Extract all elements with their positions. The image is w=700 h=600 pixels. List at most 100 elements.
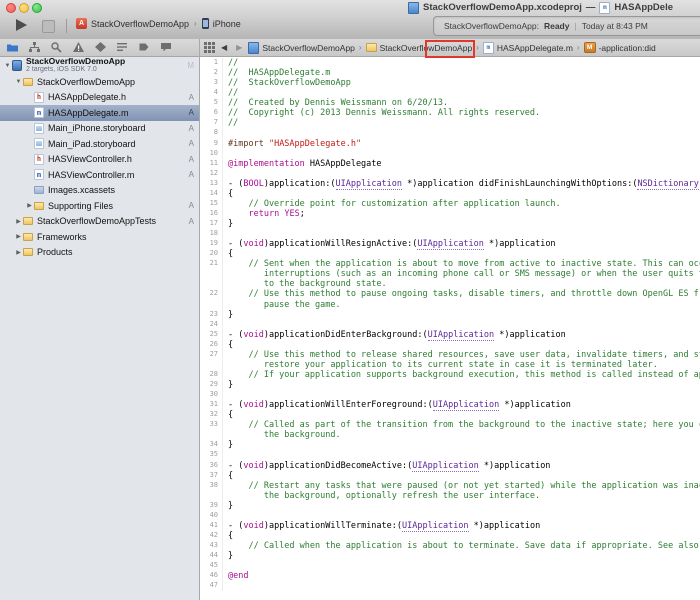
titlebar[interactable]: StackOverflowDemoApp.xcodeproj — m HASAp… bbox=[0, 0, 700, 14]
breadcrumb-project-label[interactable]: StackOverflowDemoApp bbox=[262, 43, 355, 53]
line-number[interactable]: 9 bbox=[200, 139, 222, 149]
project-navigator-icon[interactable] bbox=[6, 41, 19, 54]
disclosure-triangle[interactable]: ▼ bbox=[14, 79, 23, 85]
line-number[interactable]: 19 bbox=[200, 239, 222, 249]
line-number[interactable]: 14 bbox=[200, 189, 222, 199]
breadcrumb-file-label[interactable]: HASAppDelegate.m bbox=[497, 43, 573, 53]
line-number[interactable] bbox=[200, 491, 222, 501]
line-number[interactable]: 36 bbox=[200, 461, 222, 471]
sidebar-item-stackoverflowdemoapp[interactable]: ▼ StackOverflowDemoApp bbox=[0, 74, 199, 90]
source-editor[interactable]: 1//2// HASAppDelegate.m 3// StackOverflow… bbox=[200, 57, 700, 600]
disclosure-triangle[interactable]: ▶ bbox=[14, 218, 23, 225]
line-number[interactable]: 35 bbox=[200, 450, 222, 460]
line-number[interactable]: 44 bbox=[200, 551, 222, 561]
line-number[interactable] bbox=[200, 279, 222, 289]
destination-name[interactable]: iPhone bbox=[213, 19, 241, 29]
line-number[interactable]: 25 bbox=[200, 330, 222, 340]
disclosure-triangle[interactable]: ▶ bbox=[25, 202, 34, 209]
breadcrumb-file[interactable]: m HASAppDelegate.m bbox=[482, 41, 573, 54]
line-number[interactable]: 20 bbox=[200, 249, 222, 259]
related-items-icon[interactable] bbox=[204, 42, 215, 53]
line-number[interactable]: 5 bbox=[200, 98, 222, 108]
line-number[interactable]: 38 bbox=[200, 481, 222, 491]
line-number[interactable]: 28 bbox=[200, 370, 222, 380]
sidebar-item-main-iphone-storyboard[interactable]: Main_iPhone.storyboard A bbox=[0, 121, 199, 137]
sidebar-item-supporting-files[interactable]: ▶ Supporting Files A bbox=[0, 198, 199, 214]
sidebar-item-main-ipad-storyboard[interactable]: Main_iPad.storyboard A bbox=[0, 136, 199, 152]
line-number[interactable]: 47 bbox=[200, 581, 222, 591]
breadcrumb-method-label[interactable]: -application:did bbox=[599, 43, 656, 53]
line-number[interactable]: 4 bbox=[200, 88, 222, 98]
sidebar-item-hasappdelegate-m[interactable]: m HASAppDelegate.m A bbox=[0, 105, 199, 121]
breadcrumb-group-label[interactable]: StackOverflowDemoApp bbox=[380, 43, 473, 53]
line-number[interactable]: 26 bbox=[200, 340, 222, 350]
line-number[interactable]: 3 bbox=[200, 78, 222, 88]
line-number[interactable]: 2 bbox=[200, 68, 222, 78]
line-number[interactable] bbox=[200, 430, 222, 440]
sidebar-item-hasviewcontroller-h[interactable]: h HASViewController.h A bbox=[0, 152, 199, 168]
breakpoint-navigator-icon[interactable] bbox=[138, 41, 151, 54]
line-number[interactable]: 42 bbox=[200, 531, 222, 541]
line-number[interactable]: 15 bbox=[200, 199, 222, 209]
breadcrumb-method[interactable]: M -application:did bbox=[583, 42, 656, 53]
line-number[interactable]: 11 bbox=[200, 159, 222, 169]
sidebar-item-stackoverflowdemoapptests[interactable]: ▶ StackOverflowDemoAppTests A bbox=[0, 214, 199, 230]
line-number[interactable]: 33 bbox=[200, 420, 222, 430]
close-window-button[interactable] bbox=[6, 3, 16, 13]
test-navigator-icon[interactable] bbox=[94, 41, 107, 54]
line-number[interactable]: 46 bbox=[200, 571, 222, 581]
line-number[interactable]: 24 bbox=[200, 320, 222, 330]
line-number[interactable]: 7 bbox=[200, 118, 222, 128]
search-navigator-icon[interactable] bbox=[50, 41, 63, 54]
line-number[interactable]: 6 bbox=[200, 108, 222, 118]
debug-navigator-icon[interactable] bbox=[116, 41, 129, 54]
line-number[interactable]: 34 bbox=[200, 440, 222, 450]
zoom-window-button[interactable] bbox=[32, 3, 42, 13]
line-number[interactable]: 23 bbox=[200, 310, 222, 320]
sidebar-item-frameworks[interactable]: ▶ Frameworks bbox=[0, 229, 199, 245]
go-forward-button[interactable]: ▶ bbox=[233, 43, 245, 52]
line-number[interactable] bbox=[200, 269, 222, 279]
sidebar-item-hasappdelegate-h[interactable]: h HASAppDelegate.h A bbox=[0, 90, 199, 106]
disclosure-triangle[interactable]: ▶ bbox=[14, 249, 23, 256]
sidebar-item-hasviewcontroller-m[interactable]: m HASViewController.m A bbox=[0, 167, 199, 183]
line-number[interactable] bbox=[200, 360, 222, 370]
line-number[interactable]: 17 bbox=[200, 219, 222, 229]
run-button[interactable] bbox=[16, 19, 27, 31]
breadcrumb-group[interactable]: StackOverflowDemoApp bbox=[365, 43, 473, 53]
symbol-navigator-icon[interactable] bbox=[28, 41, 41, 54]
disclosure-triangle[interactable]: ▶ bbox=[14, 233, 23, 240]
line-number[interactable]: 43 bbox=[200, 541, 222, 551]
minimize-window-button[interactable] bbox=[19, 3, 29, 13]
line-number[interactable]: 27 bbox=[200, 350, 222, 360]
line-number[interactable]: 8 bbox=[200, 128, 222, 138]
line-number[interactable]: 12 bbox=[200, 169, 222, 179]
line-number[interactable]: 39 bbox=[200, 501, 222, 511]
line-number[interactable]: 41 bbox=[200, 521, 222, 531]
go-back-button[interactable]: ◀ bbox=[218, 43, 230, 52]
line-number[interactable]: 10 bbox=[200, 149, 222, 159]
stop-button[interactable] bbox=[42, 20, 55, 33]
sidebar-item-products[interactable]: ▶ Products bbox=[0, 245, 199, 261]
line-number[interactable]: 29 bbox=[200, 380, 222, 390]
line-number[interactable] bbox=[200, 300, 222, 310]
scheme-selector[interactable]: A StackOverflowDemoApp › iPhone bbox=[76, 18, 241, 29]
line-number[interactable]: 32 bbox=[200, 410, 222, 420]
line-number[interactable]: 21 bbox=[200, 259, 222, 269]
log-navigator-icon[interactable] bbox=[160, 41, 173, 54]
line-number[interactable]: 1 bbox=[200, 58, 222, 68]
sidebar-item-stackoverflowdemoapp[interactable]: ▼ StackOverflowDemoApp 2 targets, iOS SDK … bbox=[0, 57, 199, 74]
disclosure-triangle[interactable]: ▼ bbox=[3, 63, 12, 69]
line-number[interactable]: 45 bbox=[200, 561, 222, 571]
sidebar-item-images-xcassets[interactable]: Images.xcassets bbox=[0, 183, 199, 199]
scheme-name[interactable]: StackOverflowDemoApp bbox=[91, 19, 189, 29]
line-number[interactable]: 40 bbox=[200, 511, 222, 521]
issue-navigator-icon[interactable] bbox=[72, 41, 85, 54]
line-number[interactable]: 30 bbox=[200, 390, 222, 400]
line-number[interactable]: 18 bbox=[200, 229, 222, 239]
line-number[interactable]: 37 bbox=[200, 471, 222, 481]
breadcrumb-project[interactable]: StackOverflowDemoApp bbox=[248, 41, 355, 54]
line-number[interactable]: 22 bbox=[200, 289, 222, 299]
line-number[interactable]: 16 bbox=[200, 209, 222, 219]
line-number[interactable]: 13 bbox=[200, 179, 222, 189]
